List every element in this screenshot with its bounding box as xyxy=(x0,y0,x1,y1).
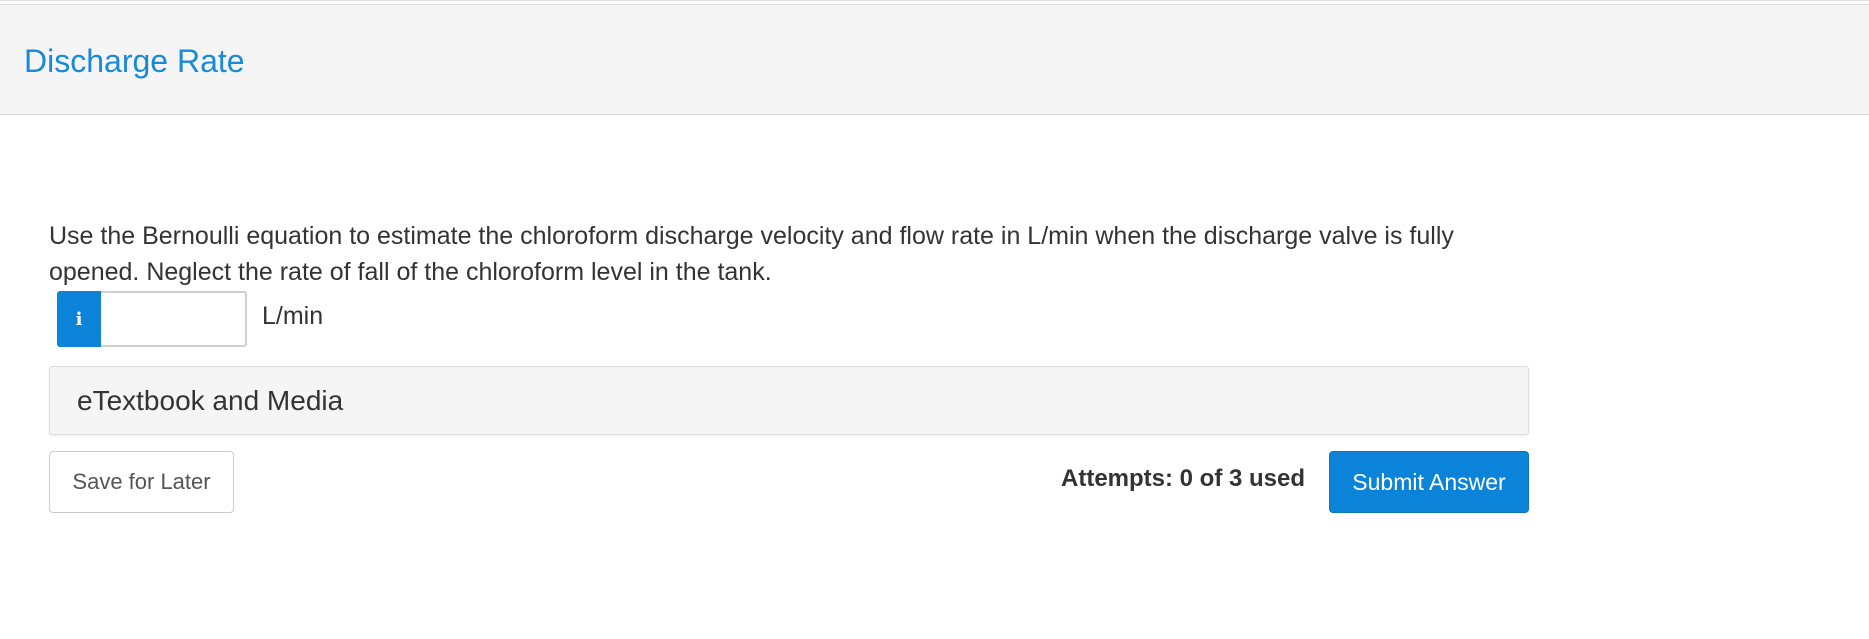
submit-answer-button[interactable]: Submit Answer xyxy=(1329,451,1529,513)
question-prompt: Use the Bernoulli equation to estimate t… xyxy=(49,222,1454,286)
answer-row: i L/min xyxy=(57,291,323,347)
info-icon[interactable]: i xyxy=(57,291,101,347)
etextbook-media-label: eTextbook and Media xyxy=(77,385,344,416)
question-title-link[interactable]: Discharge Rate xyxy=(24,41,245,81)
answer-input[interactable] xyxy=(101,291,247,347)
attempts-counter: Attempts: 0 of 3 used xyxy=(1061,465,1306,492)
save-for-later-button[interactable]: Save for Later xyxy=(49,451,234,513)
etextbook-media-panel[interactable]: eTextbook and Media xyxy=(49,366,1529,435)
answer-unit-label: L/min xyxy=(262,302,324,330)
question-header: Discharge Rate xyxy=(0,4,1869,115)
info-glyph: i xyxy=(75,308,83,330)
